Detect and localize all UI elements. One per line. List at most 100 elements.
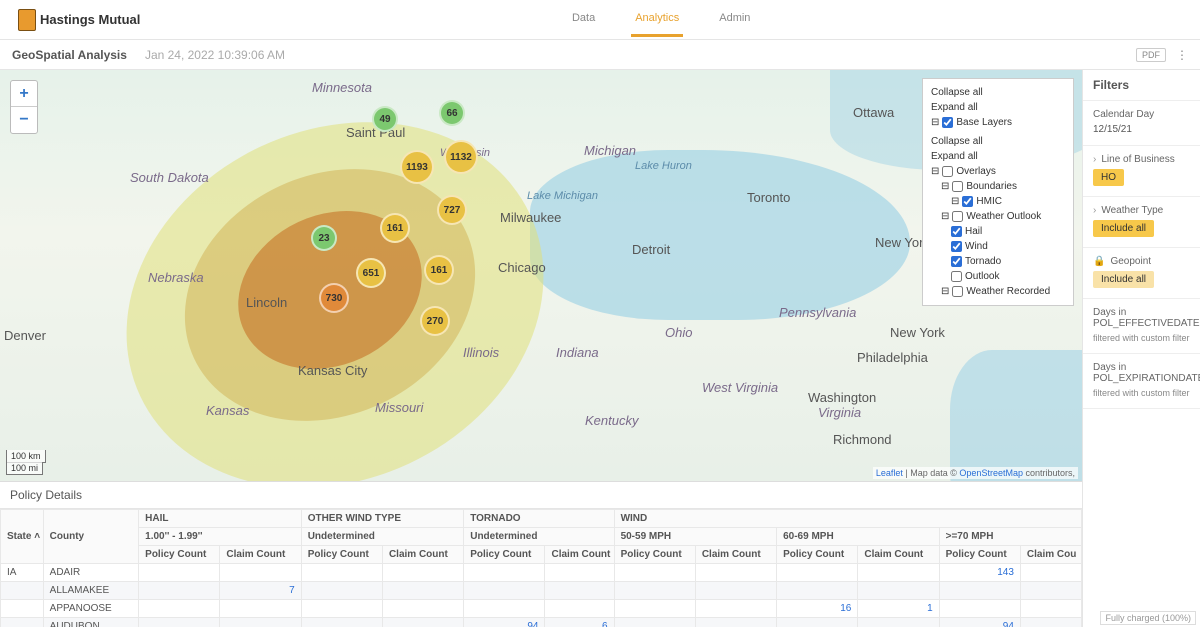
scale-mi: 100 mi <box>6 462 43 475</box>
filter-calendar[interactable]: Calendar Day 12/15/21 <box>1083 101 1200 146</box>
status-bar: Fully charged (100%) <box>1100 611 1196 625</box>
layer-overlays[interactable]: ⊟ Overlays <box>931 164 1065 179</box>
cell-value <box>464 582 545 600</box>
cell-value <box>777 582 858 600</box>
table-row[interactable]: ALLAMAKEE7 <box>1 582 1082 600</box>
logo-icon <box>18 9 36 31</box>
col-other-sub: Undetermined <box>301 528 464 546</box>
nav-admin[interactable]: Admin <box>715 2 754 37</box>
hail-checkbox[interactable] <box>951 226 962 237</box>
cell-value <box>695 618 776 627</box>
cell-value: 143 <box>939 564 1020 582</box>
filter-expiration-date[interactable]: Days in POL_EXPIRATIONDATE filtered with… <box>1083 354 1200 409</box>
layer-tornado[interactable]: Tornado <box>931 254 1065 269</box>
col-hail-sub: 1.00'' - 1.99'' <box>139 528 302 546</box>
cluster-marker[interactable]: 1132 <box>444 140 478 174</box>
cell-value <box>777 564 858 582</box>
cell-county: ALLAMAKEE <box>43 582 139 600</box>
col-wind[interactable]: WIND <box>614 510 1081 528</box>
nav-data[interactable]: Data <box>568 2 599 37</box>
layer-expand-all[interactable]: Expand all <box>931 100 1065 115</box>
col-cc: Claim Count <box>858 546 939 564</box>
cluster-marker[interactable]: 727 <box>437 195 467 225</box>
cluster-marker[interactable]: 651 <box>356 258 386 288</box>
filter-weather-value[interactable]: Include all <box>1093 220 1154 237</box>
chevron-icon: › <box>1093 205 1096 216</box>
cluster-marker[interactable]: 161 <box>424 255 454 285</box>
boundaries-checkbox[interactable] <box>952 181 963 192</box>
col-county[interactable]: County <box>43 510 139 564</box>
base-layers-checkbox[interactable] <box>942 117 953 128</box>
cell-value <box>1020 582 1081 600</box>
table-row[interactable]: AUDUBON94694 <box>1 618 1082 627</box>
filter-lob[interactable]: ›Line of Business HO <box>1083 146 1200 197</box>
cell-value <box>220 618 301 627</box>
osm-link[interactable]: OpenStreetMap <box>959 468 1023 478</box>
layer-outlook[interactable]: Outlook <box>931 269 1065 284</box>
layer-base[interactable]: ⊟ Base Layers <box>931 115 1065 130</box>
cell-value <box>301 582 382 600</box>
zoom-out-button[interactable]: − <box>11 107 37 133</box>
cell-value <box>464 564 545 582</box>
col-hail[interactable]: HAIL <box>139 510 302 528</box>
filter-weather[interactable]: ›Weather Type Include all <box>1083 197 1200 248</box>
col-state[interactable]: State ˄ <box>1 510 44 564</box>
cell-value <box>382 582 463 600</box>
layer-weather-outlook-group[interactable]: ⊟ Weather Outlook <box>931 209 1065 224</box>
cell-value <box>545 600 614 618</box>
layer-recorded[interactable]: ⊟ Weather Recorded <box>931 284 1065 299</box>
cluster-marker[interactable]: 730 <box>319 283 349 313</box>
layer-wind[interactable]: Wind <box>931 239 1065 254</box>
filter-exp-label-1: Days in <box>1093 362 1126 373</box>
layer-hail[interactable]: Hail <box>931 224 1065 239</box>
filter-geopoint-value[interactable]: Include all <box>1093 271 1154 288</box>
filter-calendar-label: Calendar Day <box>1093 109 1190 120</box>
col-cc: Claim Count <box>382 546 463 564</box>
map-label: Minnesota <box>312 80 372 95</box>
cell-state <box>1 600 44 618</box>
filter-lob-value[interactable]: HO <box>1093 169 1124 186</box>
nav-analytics[interactable]: Analytics <box>631 2 683 37</box>
layer-boundaries[interactable]: ⊟ Boundaries <box>931 179 1065 194</box>
wind-checkbox[interactable] <box>951 241 962 252</box>
zoom-in-button[interactable]: + <box>11 81 37 107</box>
cluster-marker[interactable]: 23 <box>311 225 337 251</box>
table-row[interactable]: IAADAIR143 <box>1 564 1082 582</box>
filter-geopoint[interactable]: 🔒Geopoint Include all <box>1083 248 1200 299</box>
table-row[interactable]: APPANOOSE161 <box>1 600 1082 618</box>
cluster-marker[interactable]: 270 <box>420 306 450 336</box>
cluster-marker[interactable]: 49 <box>372 106 398 132</box>
overlays-checkbox[interactable] <box>942 166 953 177</box>
layer-expand-all-2[interactable]: Expand all <box>931 149 1065 164</box>
cell-value: 1 <box>858 600 939 618</box>
col-tornado[interactable]: TORNADO <box>464 510 614 528</box>
map-city: Milwaukee <box>500 210 561 225</box>
filter-effective-date[interactable]: Days in POL_EFFECTIVEDATE filtered with … <box>1083 299 1200 354</box>
cell-state <box>1 582 44 600</box>
export-pdf-button[interactable]: PDF <box>1136 48 1166 62</box>
outlook-checkbox[interactable] <box>951 271 962 282</box>
layer-collapse-all[interactable]: Collapse all <box>931 85 1065 100</box>
cluster-marker[interactable]: 66 <box>439 100 465 126</box>
recorded-checkbox[interactable] <box>952 286 963 297</box>
cluster-marker[interactable]: 1193 <box>400 150 434 184</box>
weather-outlook-checkbox[interactable] <box>952 211 963 222</box>
leaflet-link[interactable]: Leaflet <box>876 468 903 478</box>
cluster-marker[interactable]: 161 <box>380 213 410 243</box>
cell-value <box>382 564 463 582</box>
more-menu-icon[interactable]: ⋮ <box>1176 48 1188 62</box>
cell-value <box>464 600 545 618</box>
map-city: Philadelphia <box>857 350 928 365</box>
layer-collapse-all-2[interactable]: Collapse all <box>931 134 1065 149</box>
cell-value <box>858 618 939 627</box>
cell-value <box>1020 618 1081 627</box>
tornado-checkbox[interactable] <box>951 256 962 267</box>
hmic-checkbox[interactable] <box>962 196 973 207</box>
filter-eff-note: filtered with custom filter <box>1093 333 1190 343</box>
map-canvas[interactable]: + − 49 66 1193 1132 23 161 727 651 161 7… <box>0 70 1082 482</box>
map-label: Pennsylvania <box>779 305 856 320</box>
filter-lob-label: Line of Business <box>1101 154 1174 165</box>
layer-hmic[interactable]: ⊟ HMIC <box>931 194 1065 209</box>
cell-value <box>939 600 1020 618</box>
col-other-wind[interactable]: OTHER WIND TYPE <box>301 510 464 528</box>
